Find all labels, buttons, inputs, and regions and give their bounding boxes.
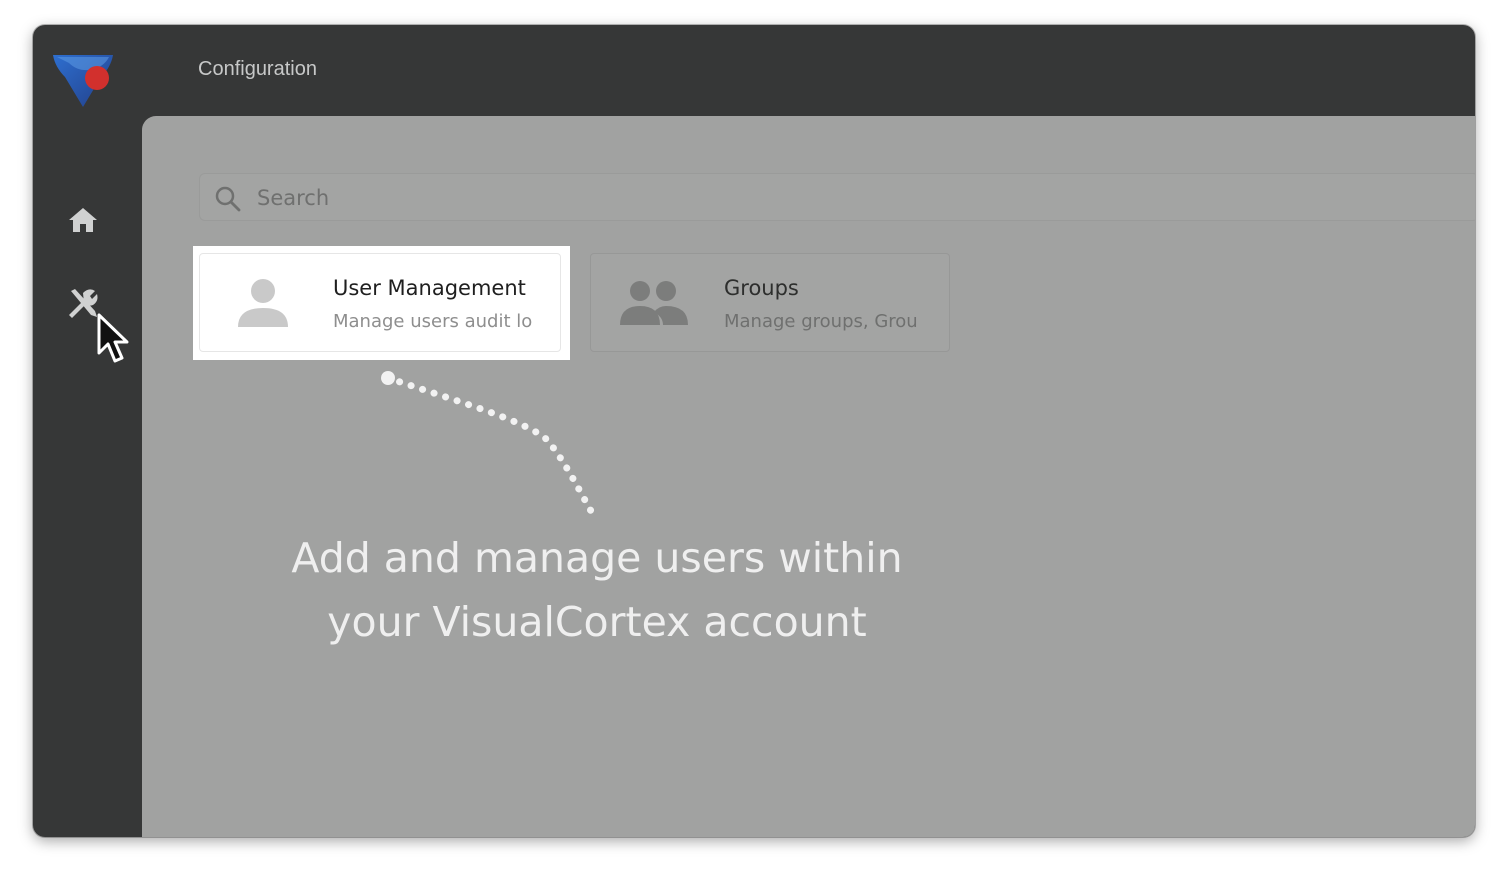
callout-line: Add and manage users within: [291, 534, 903, 582]
person-icon: [238, 279, 288, 327]
card-title: User Management: [333, 276, 526, 300]
search-bar[interactable]: [199, 173, 1475, 221]
search-input[interactable]: [255, 182, 859, 214]
callout-line: your VisualCortex account: [327, 598, 867, 646]
callout-connector: [381, 371, 595, 515]
callout-text: Add and manage users within your VisualC…: [242, 526, 952, 654]
card-description: Manage groups, Grou: [724, 311, 918, 332]
app-window: Configuration User Management: [33, 25, 1475, 837]
card-user-management[interactable]: User Management Manage users audit lo: [199, 253, 561, 352]
card-description: Manage users audit lo: [333, 311, 533, 332]
content-area: User Management Manage users audit lo Gr…: [142, 116, 1475, 837]
visualcortex-logo[interactable]: [51, 51, 115, 109]
tools-icon[interactable]: [65, 287, 99, 321]
card-groups[interactable]: Groups Manage groups, Grou: [590, 253, 950, 352]
search-icon: [215, 186, 241, 212]
page-title: Configuration: [198, 58, 317, 80]
card-title: Groups: [724, 276, 799, 300]
home-icon[interactable]: [67, 205, 99, 235]
people-icon: [620, 281, 688, 325]
mouse-cursor-icon: [97, 313, 129, 363]
